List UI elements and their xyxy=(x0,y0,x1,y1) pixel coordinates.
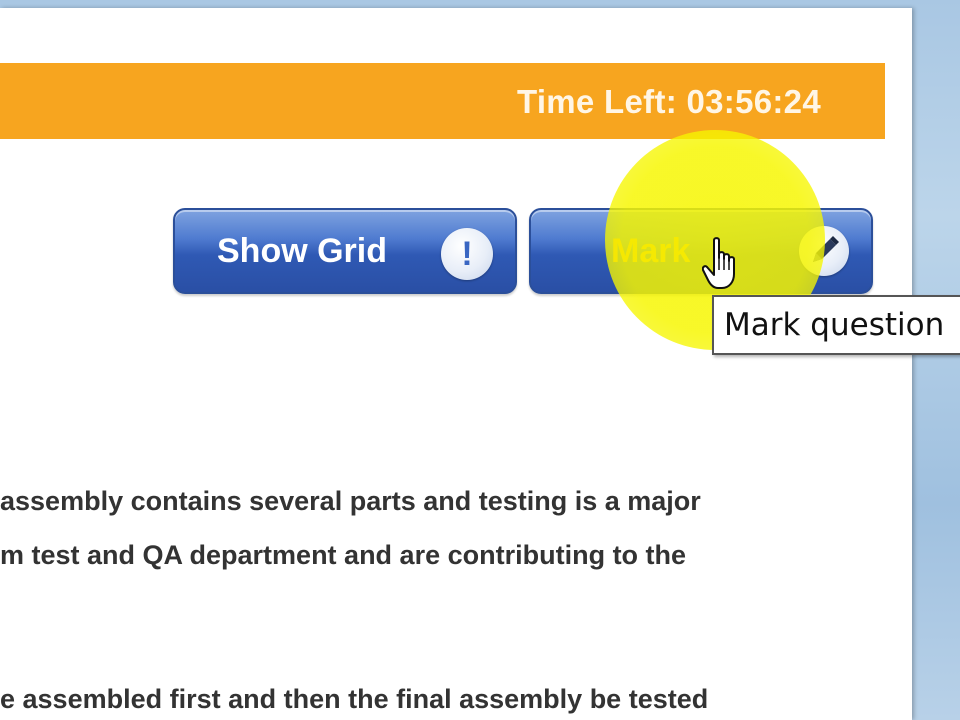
mark-tooltip: Mark question xyxy=(712,295,960,355)
show-grid-label: Show Grid xyxy=(217,232,387,270)
pencil-icon xyxy=(799,226,849,276)
time-left-label: Time Left: 03:56:24 xyxy=(516,83,821,120)
question-text-line: assembly contains several parts and test… xyxy=(0,486,701,516)
exclamation-icon: ! xyxy=(441,228,493,280)
tooltip-text: Mark question xyxy=(724,307,945,343)
timer-bar: Time Left: 03:56:24 xyxy=(0,63,885,139)
question-text-line: e assembled first and then the final ass… xyxy=(0,684,709,714)
mark-label: Mark xyxy=(611,232,691,270)
show-grid-button[interactable]: Show Grid ! xyxy=(173,208,517,294)
question-text-line: m test and QA department and are contrib… xyxy=(0,540,687,570)
mark-button[interactable]: Mark xyxy=(529,208,873,294)
exam-page-panel: Time Left: 03:56:24 Show Grid ! Mark ass… xyxy=(0,8,912,720)
